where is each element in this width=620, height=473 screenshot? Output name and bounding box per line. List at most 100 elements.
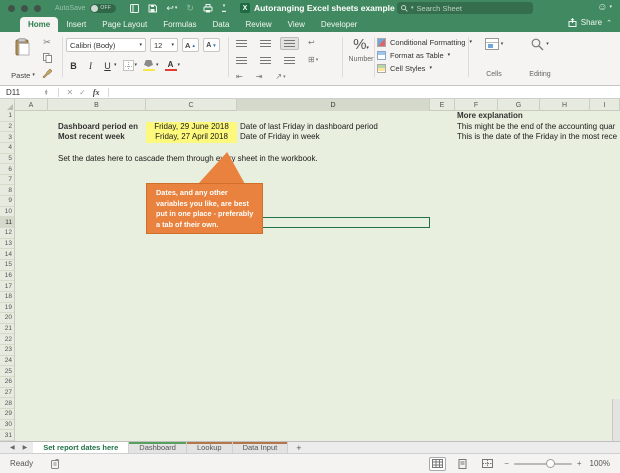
conditional-formatting-button[interactable]: Conditional Formatting ▾ [377, 38, 472, 47]
cell-f2[interactable]: This might be the end of the accounting … [457, 122, 620, 133]
cell-c3[interactable]: Friday, 27 April 2018 [146, 132, 237, 143]
cancel-entry-icon[interactable]: ✕ [66, 88, 73, 97]
ribbon-tab-review[interactable]: Review [237, 17, 279, 32]
sheet-tab-dashboard[interactable]: Dashboard [129, 442, 187, 453]
cell-b3[interactable]: Most recent week [58, 132, 125, 143]
borders-button[interactable]: ▾ [122, 60, 137, 71]
add-sheet-button[interactable]: + [288, 442, 309, 453]
number-group: %▾ Number [348, 36, 374, 63]
share-button[interactable]: Share ⌃ [568, 18, 612, 27]
status-bar: Ready − + 100% [0, 453, 620, 473]
italic-button[interactable]: I [85, 61, 96, 71]
name-box-stepper[interactable]: ▲ ▼ [44, 88, 48, 96]
toolbar-options-icon[interactable]: ▾ ▬ [222, 4, 226, 13]
number-format-button[interactable]: %▾ [353, 36, 369, 53]
alignment-group: ↩ ⊞ ▾ ⇤ ⇥ ↗ ▾ [232, 36, 322, 84]
ribbon-tab-insert[interactable]: Insert [58, 17, 94, 32]
zoom-slider[interactable] [513, 459, 572, 468]
callout-shape[interactable]: Dates, and any other variables you like,… [146, 183, 263, 234]
font-size-select[interactable]: 12 ▾ [150, 38, 178, 52]
sheet-tab-lookup[interactable]: Lookup [186, 442, 233, 453]
wrap-text-button[interactable]: ↩ [304, 36, 319, 50]
zoom-in-button[interactable]: + [577, 459, 582, 468]
undo-button[interactable]: ↩ ▾ [166, 3, 177, 14]
save-icon[interactable] [148, 4, 158, 13]
cell-b2[interactable]: Dashboard period en [58, 122, 146, 133]
underline-button[interactable]: U ▾ [102, 61, 116, 71]
autosave-label: AutoSave [55, 4, 86, 12]
font-size-value: 12 [154, 40, 163, 50]
cells-button[interactable]: ▾ Cells [476, 36, 512, 80]
title-bar: AutoSave OFF ↩ ▾ ↻ ▾ ▬ X Autoranging Excel… [0, 0, 620, 16]
page-break-view-button[interactable] [479, 457, 496, 471]
sheet-tab-set-report-dates-here[interactable]: Set report dates here [33, 442, 130, 453]
vertical-scrollbar[interactable] [612, 399, 620, 441]
zoom-window-button[interactable] [34, 4, 41, 12]
ribbon-tab-data[interactable]: Data [205, 17, 238, 32]
cut-icon[interactable]: ✂ [43, 37, 51, 48]
increase-indent-button[interactable]: ⇥ [252, 70, 267, 84]
align-center-button[interactable] [256, 54, 275, 67]
cell-d3[interactable]: Date of Friday in week [240, 132, 320, 143]
close-window-button[interactable] [8, 4, 15, 12]
sheet-tab-data-input[interactable]: Data Input [232, 442, 289, 453]
page-layout-view-button[interactable] [454, 457, 471, 471]
cell-c2[interactable]: Friday, 29 June 2018 [146, 122, 237, 133]
copy-icon[interactable] [42, 53, 52, 63]
macro-record-icon[interactable] [51, 458, 62, 469]
print-icon[interactable] [203, 3, 213, 13]
insert-function-button[interactable]: fx [93, 88, 100, 97]
cell-f1[interactable]: More explanation [457, 111, 523, 122]
ribbon-tab-page-layout[interactable]: Page Layout [94, 17, 155, 32]
prev-sheet-icon[interactable]: ◀ [10, 444, 15, 451]
align-left-button[interactable] [232, 54, 251, 67]
search-scope-dropdown-icon[interactable]: ▾ [411, 5, 414, 11]
font-name-select[interactable]: Calibri (Body) ▾ [66, 38, 146, 52]
redo-icon[interactable]: ↻ [186, 3, 194, 14]
decrease-indent-button[interactable]: ⇤ [232, 70, 247, 84]
format-painter-icon[interactable] [42, 68, 52, 78]
confirm-entry-icon[interactable]: ✓ [79, 88, 86, 97]
align-right-button[interactable] [280, 54, 299, 67]
increase-font-size-button[interactable]: A ▲ [182, 38, 199, 52]
paste-dropdown-icon[interactable]: ▾ [32, 73, 35, 78]
minimize-window-button[interactable] [21, 4, 28, 12]
bottom-align-button[interactable] [280, 36, 299, 50]
spreadsheet-grid[interactable]: ABCDEFGHI 1 2 3 4 5 6 7 8 9 10 11 12 13 14 15 16 17 18 19 2… [0, 99, 620, 441]
search-field[interactable]: ▾ Search Sheet [397, 2, 533, 14]
feedback-button[interactable]: ☺ ▾ [597, 2, 612, 13]
top-align-button[interactable] [232, 37, 251, 50]
cell-b5[interactable]: Set the dates here to cascade them throu… [58, 154, 318, 165]
ribbon-tab-home[interactable]: Home [20, 17, 59, 32]
excel-file-icon: X [239, 3, 250, 13]
normal-view-button[interactable] [429, 456, 447, 471]
merge-center-button[interactable]: ⊞ ▾ [304, 53, 322, 67]
cell-f3[interactable]: This is the date of the Friday in the mo… [457, 132, 620, 143]
bold-button[interactable]: B [68, 61, 79, 71]
ribbon-tab-bar: Home Insert Page Layout Formulas Data Review V… [0, 16, 620, 32]
ribbon-tab-formulas[interactable]: Formulas [155, 17, 204, 32]
autosave-toggle[interactable]: OFF [90, 3, 117, 13]
orientation-button[interactable]: ↗ ▾ [271, 70, 289, 84]
zoom-level-label: 100% [589, 459, 610, 468]
middle-align-button[interactable] [256, 37, 275, 50]
paste-button[interactable]: Paste ▾ [8, 36, 38, 82]
font-color-button[interactable]: A ▾ [164, 60, 180, 71]
zoom-slider-thumb[interactable] [545, 459, 555, 468]
format-as-table-button[interactable]: Format as Table ▾ [377, 51, 472, 60]
undo-dropdown-icon[interactable]: ▾ [175, 5, 178, 11]
decrease-font-size-button[interactable]: A ▼ [203, 38, 220, 52]
cell-d2[interactable]: Date of last Friday in dashboard period [240, 122, 378, 133]
collapse-ribbon-icon[interactable]: ⌃ [606, 19, 612, 27]
percent-icon: % [353, 36, 367, 53]
name-box[interactable]: D11 [0, 88, 44, 97]
ribbon-tab-developer[interactable]: Developer [313, 17, 365, 32]
next-sheet-icon[interactable]: ▶ [23, 444, 28, 451]
window-layout-icon[interactable] [130, 3, 140, 13]
fill-color-button[interactable]: ▾ [143, 60, 159, 71]
editing-button[interactable]: ▾ Editing [522, 36, 558, 80]
active-cell-d11[interactable] [237, 217, 430, 229]
ribbon-tab-view[interactable]: View [280, 17, 313, 32]
cell-styles-button[interactable]: Cell Styles ▾ [377, 64, 472, 73]
zoom-out-button[interactable]: − [504, 459, 509, 468]
